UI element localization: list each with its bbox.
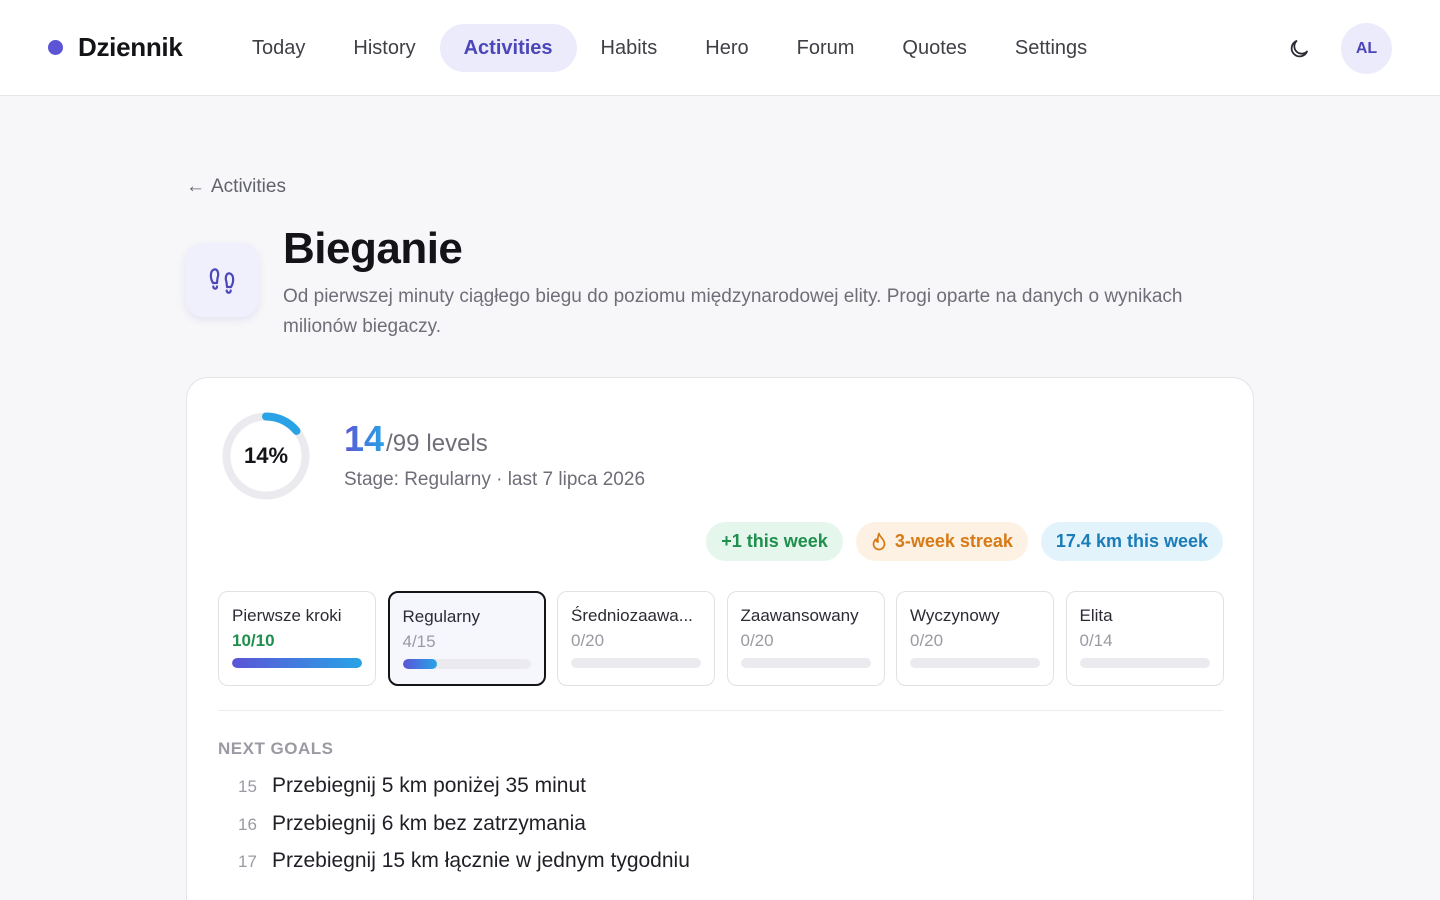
stage-progress-bar [910,658,1040,668]
stage-count: 0/14 [1079,631,1113,650]
stage-card-sredniozaawansowany[interactable]: Średniozaawa... 0/20 [557,591,715,686]
nav-hero[interactable]: Hero [681,24,772,72]
section-divider [218,710,1223,711]
goal-item[interactable]: 17 Przebiegnij 15 km łącznie w jednym ty… [238,849,690,887]
brand-name: Dziennik [78,31,183,62]
weekly-distance-badge: 17.4 km this week [1040,522,1223,561]
back-link-label: Activities [211,176,286,197]
goal-item[interactable]: 15 Przebiegnij 5 km poniżej 35 minut [238,774,690,812]
levels-current: 14 [344,418,385,459]
stage-card-wyczynowy[interactable]: Wyczynowy 0/20 [896,591,1054,686]
footprints-icon [209,268,235,294]
activity-icon-tile [185,243,259,317]
stage-progress-fill [402,659,437,669]
goal-item[interactable]: 16 Przebiegnij 6 km bez zatrzymania [238,812,690,850]
streak-label: 3-week streak [894,531,1013,551]
top-navigation-bar: Dziennik Today History Activities Habits… [0,0,1440,96]
stage-list: Pierwsze kroki 10/10 Regularny 4/15 Śred… [218,591,1235,686]
stage-count: 10/10 [232,631,275,650]
stage-name: Wyczynowy [910,606,1000,625]
user-avatar[interactable]: AL [1341,23,1392,74]
stage-name: Pierwsze kroki [232,606,342,625]
nav-settings[interactable]: Settings [991,24,1111,72]
weekly-distance-label: 17.4 km this week [1055,531,1208,551]
stage-progress-bar [571,658,701,668]
stage-count: 0/20 [571,631,605,650]
goal-number: 17 [238,852,257,871]
activity-description: Od pierwszej minuty ciągłego biegu do po… [283,286,1183,337]
main-nav: Today History Activities Habits Hero For… [228,24,1111,72]
badge-row: +1 this week 3-week streak 17.4 km this … [693,522,1223,561]
goal-text: Przebiegnij 6 km bez zatrzymania [272,811,586,835]
moon-icon [1290,40,1308,58]
nav-activities[interactable]: Activities [439,24,577,72]
nav-habits[interactable]: Habits [577,24,682,72]
stage-card-pierwsze-kroki[interactable]: Pierwsze kroki 10/10 [218,591,376,686]
stage-progress-fill [232,658,362,668]
flame-icon [871,532,887,551]
next-goals-heading: NEXT GOALS [218,739,334,758]
nav-history[interactable]: History [329,24,439,72]
next-goals-list: 15 Przebiegnij 5 km poniżej 35 minut 16 … [238,774,690,887]
stage-name: Regularny [402,607,481,626]
levels-summary: 14 /99 levels [344,418,488,460]
nav-today[interactable]: Today [228,24,329,72]
goal-number: 15 [238,777,257,796]
stage-progress-bar [740,658,871,668]
progress-percent: 14% [243,443,289,468]
stage-card-elita[interactable]: Elita 0/14 [1065,591,1224,686]
back-arrow-icon: ← [186,176,205,197]
streak-badge: 3-week streak [855,522,1028,561]
stage-info: Stage: Regularny · last 7 lipca 2026 [344,469,646,490]
brand-dot-icon [48,39,63,55]
goal-number: 16 [238,814,257,834]
levels-suffix: levels [426,430,488,457]
stage-count: 0/20 [740,631,774,650]
stage-card-regularny[interactable]: Regularny 4/15 [387,591,546,686]
stage-count: 4/15 [402,632,436,651]
weekly-gain-badge: +1 this week [706,522,843,561]
levels-total: /99 [386,430,420,457]
nav-quotes[interactable]: Quotes [878,24,990,72]
stage-name: Średniozaawa... [571,606,693,625]
goal-text: Przebiegnij 15 km łącznie w jednym tygod… [272,849,690,872]
stage-progress-bar [232,658,362,668]
progress-card: 14% 14 /99 levels Stage: Regularny · las… [186,377,1254,900]
stage-name: Elita [1079,606,1113,625]
nav-forum[interactable]: Forum [773,24,879,72]
stage-count: 0/20 [910,631,944,650]
stage-progress-bar [1079,658,1210,668]
page-title: Bieganie [283,224,463,273]
theme-toggle-button[interactable] [1282,32,1316,66]
stage-card-zaawansowany[interactable]: Zaawansowany 0/20 [726,591,885,686]
stage-progress-bar [402,659,531,669]
weekly-gain-label: +1 this week [721,531,828,551]
stage-name: Zaawansowany [740,606,859,625]
back-to-activities-link[interactable]: ← Activities [186,176,286,198]
brand[interactable]: Dziennik [48,30,183,64]
goal-text: Przebiegnij 5 km poniżej 35 minut [272,774,586,797]
